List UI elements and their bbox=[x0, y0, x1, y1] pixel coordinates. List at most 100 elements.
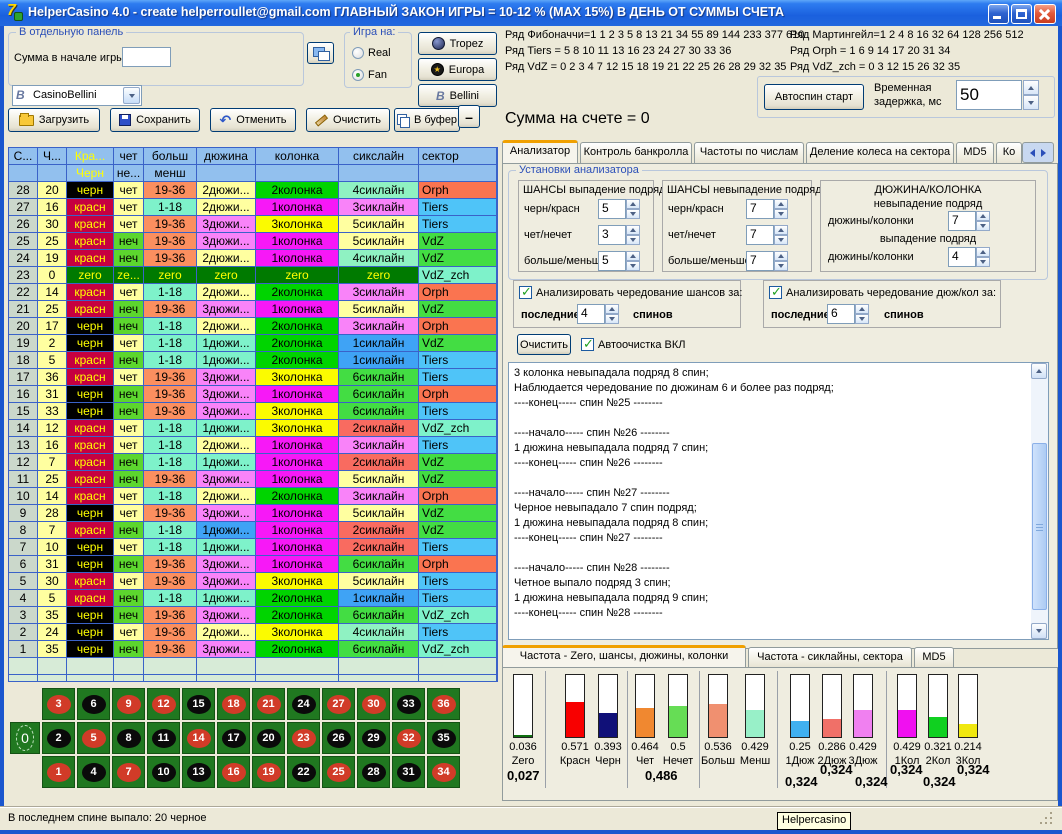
roulette-number-1[interactable]: 1 bbox=[42, 756, 75, 788]
roulette-number-5[interactable]: 5 bbox=[77, 722, 110, 754]
roulette-number-30[interactable]: 30 bbox=[357, 688, 390, 720]
roulette-number-11[interactable]: 11 bbox=[147, 722, 180, 754]
roulette-number-32[interactable]: 32 bbox=[392, 722, 425, 754]
analyzer-spin-1-edit[interactable]: 3 bbox=[598, 225, 626, 245]
freq-tab-1[interactable]: Частота - сиклайны, сектора bbox=[748, 647, 912, 667]
scroll-up-button[interactable] bbox=[1031, 363, 1047, 379]
autoclear-checkbox[interactable] bbox=[581, 338, 594, 351]
spin-down-icon[interactable] bbox=[774, 209, 788, 219]
casino-combobox[interactable]: B CasinoBellini bbox=[12, 85, 142, 106]
tab-scroll-buttons[interactable] bbox=[1022, 142, 1054, 163]
roulette-number-16[interactable]: 16 bbox=[217, 756, 250, 788]
roulette-number-17[interactable]: 17 bbox=[217, 722, 250, 754]
spin-up-icon[interactable] bbox=[1023, 80, 1039, 95]
roulette-number-24[interactable]: 24 bbox=[287, 688, 320, 720]
roulette-number-33[interactable]: 33 bbox=[392, 688, 425, 720]
roulette-number-13[interactable]: 13 bbox=[182, 756, 215, 788]
spin-up-icon[interactable] bbox=[626, 251, 640, 261]
detach-panel-button[interactable] bbox=[307, 42, 334, 64]
main-tab-4[interactable]: MD5 bbox=[956, 142, 994, 163]
roulette-zero[interactable]: 0 bbox=[10, 722, 40, 754]
roulette-number-2[interactable]: 2 bbox=[42, 722, 75, 754]
roulette-number-4[interactable]: 4 bbox=[77, 756, 110, 788]
grid-header-cell[interactable] bbox=[38, 165, 67, 182]
maximize-button[interactable] bbox=[1011, 4, 1032, 24]
alternation-chances-checkbox[interactable] bbox=[519, 286, 532, 299]
spin-down-icon[interactable] bbox=[626, 235, 640, 245]
scroll-down-button[interactable] bbox=[1031, 623, 1047, 639]
roulette-number-20[interactable]: 20 bbox=[252, 722, 285, 754]
analyzer-spin-0[interactable]: 5 bbox=[598, 199, 640, 219]
grid-header-cell[interactable]: Ч... bbox=[38, 148, 67, 165]
grid-header-cell[interactable]: Кра... bbox=[67, 148, 114, 165]
save-button[interactable]: Сохранить bbox=[110, 108, 200, 132]
grid-header-cell[interactable]: не... bbox=[114, 165, 144, 182]
grid-header-cell[interactable] bbox=[419, 165, 497, 182]
spin-up-icon[interactable] bbox=[774, 199, 788, 209]
spin-down-icon[interactable] bbox=[976, 221, 990, 231]
grid-header-cell[interactable]: чет bbox=[114, 148, 144, 165]
spin-down-icon[interactable] bbox=[626, 261, 640, 271]
delay-input[interactable]: 50 bbox=[956, 80, 1022, 110]
spin-up-icon[interactable] bbox=[976, 211, 990, 221]
log-scrollbar[interactable] bbox=[1031, 363, 1048, 639]
roulette-number-35[interactable]: 35 bbox=[427, 722, 460, 754]
roulette-number-8[interactable]: 8 bbox=[112, 722, 145, 754]
roulette-number-36[interactable]: 36 bbox=[427, 688, 460, 720]
spin-down-icon[interactable] bbox=[855, 314, 869, 324]
grid-header-cell[interactable] bbox=[197, 165, 256, 182]
roulette-number-29[interactable]: 29 bbox=[357, 722, 390, 754]
analyzer-spin-3-edit[interactable]: 7 bbox=[746, 199, 774, 219]
spin-up-icon[interactable] bbox=[626, 199, 640, 209]
spin-up-icon[interactable] bbox=[605, 304, 619, 314]
roulette-number-6[interactable]: 6 bbox=[77, 688, 110, 720]
grid-header-cell[interactable]: колонка bbox=[256, 148, 339, 165]
roulette-number-15[interactable]: 15 bbox=[182, 688, 215, 720]
grid-header-cell[interactable]: дюжина bbox=[197, 148, 256, 165]
roulette-number-7[interactable]: 7 bbox=[112, 756, 145, 788]
grid-header-cell[interactable]: менш bbox=[144, 165, 197, 182]
roulette-number-28[interactable]: 28 bbox=[357, 756, 390, 788]
grid-header-cell[interactable] bbox=[9, 165, 38, 182]
analyzer-spin-7[interactable]: 4 bbox=[948, 247, 990, 267]
analyzer-spin-4[interactable]: 7 bbox=[746, 225, 788, 245]
bellini-button[interactable]: BBellini bbox=[418, 84, 497, 107]
analyzer-spin-6-edit[interactable]: 7 bbox=[948, 211, 976, 231]
freq-tab-2[interactable]: MD5 bbox=[914, 647, 954, 667]
start-sum-input[interactable] bbox=[122, 47, 171, 67]
chk1-spin-edit[interactable]: 4 bbox=[577, 304, 605, 324]
analyzer-spin-2-edit[interactable]: 5 bbox=[598, 251, 626, 271]
roulette-number-9[interactable]: 9 bbox=[112, 688, 145, 720]
main-tab-5[interactable]: Ко bbox=[996, 142, 1022, 163]
grid-header-cell[interactable]: сикслайн bbox=[339, 148, 419, 165]
scroll-thumb[interactable] bbox=[1032, 443, 1047, 610]
analyzer-spin-1[interactable]: 3 bbox=[598, 225, 640, 245]
to-buffer-button[interactable]: В буфер bbox=[394, 108, 460, 132]
spin-down-icon[interactable] bbox=[774, 235, 788, 245]
main-tab-3[interactable]: Деление колеса на сектора bbox=[806, 142, 954, 163]
analyzer-spin-7-edit[interactable]: 4 bbox=[948, 247, 976, 267]
spin-down-icon[interactable] bbox=[976, 257, 990, 267]
freq-tab-0[interactable]: Частота - Zero, шансы, дюжины, колонки bbox=[502, 645, 746, 667]
main-tab-0[interactable]: Анализатор bbox=[502, 140, 578, 163]
spin-down-icon[interactable] bbox=[774, 261, 788, 271]
chk1-spin[interactable]: 4 bbox=[577, 304, 619, 324]
grid-header-cell[interactable]: Черн bbox=[67, 165, 114, 182]
grid-header-cell[interactable]: больш bbox=[144, 148, 197, 165]
spin-up-icon[interactable] bbox=[774, 251, 788, 261]
roulette-number-23[interactable]: 23 bbox=[287, 722, 320, 754]
roulette-number-21[interactable]: 21 bbox=[252, 688, 285, 720]
roulette-number-12[interactable]: 12 bbox=[147, 688, 180, 720]
analyzer-spin-0-edit[interactable]: 5 bbox=[598, 199, 626, 219]
spin-up-icon[interactable] bbox=[855, 304, 869, 314]
main-tab-1[interactable]: Контроль банкролла bbox=[580, 142, 692, 163]
spin-down-icon[interactable] bbox=[605, 314, 619, 324]
analyzer-spin-2[interactable]: 5 bbox=[598, 251, 640, 271]
roulette-number-22[interactable]: 22 bbox=[287, 756, 320, 788]
spin-up-icon[interactable] bbox=[626, 225, 640, 235]
load-button[interactable]: Загрузить bbox=[8, 108, 100, 132]
close-button[interactable] bbox=[1034, 4, 1056, 24]
analyzer-spin-4-edit[interactable]: 7 bbox=[746, 225, 774, 245]
undo-button[interactable]: ↶Отменить bbox=[210, 108, 296, 132]
minimize-button[interactable] bbox=[988, 4, 1009, 24]
